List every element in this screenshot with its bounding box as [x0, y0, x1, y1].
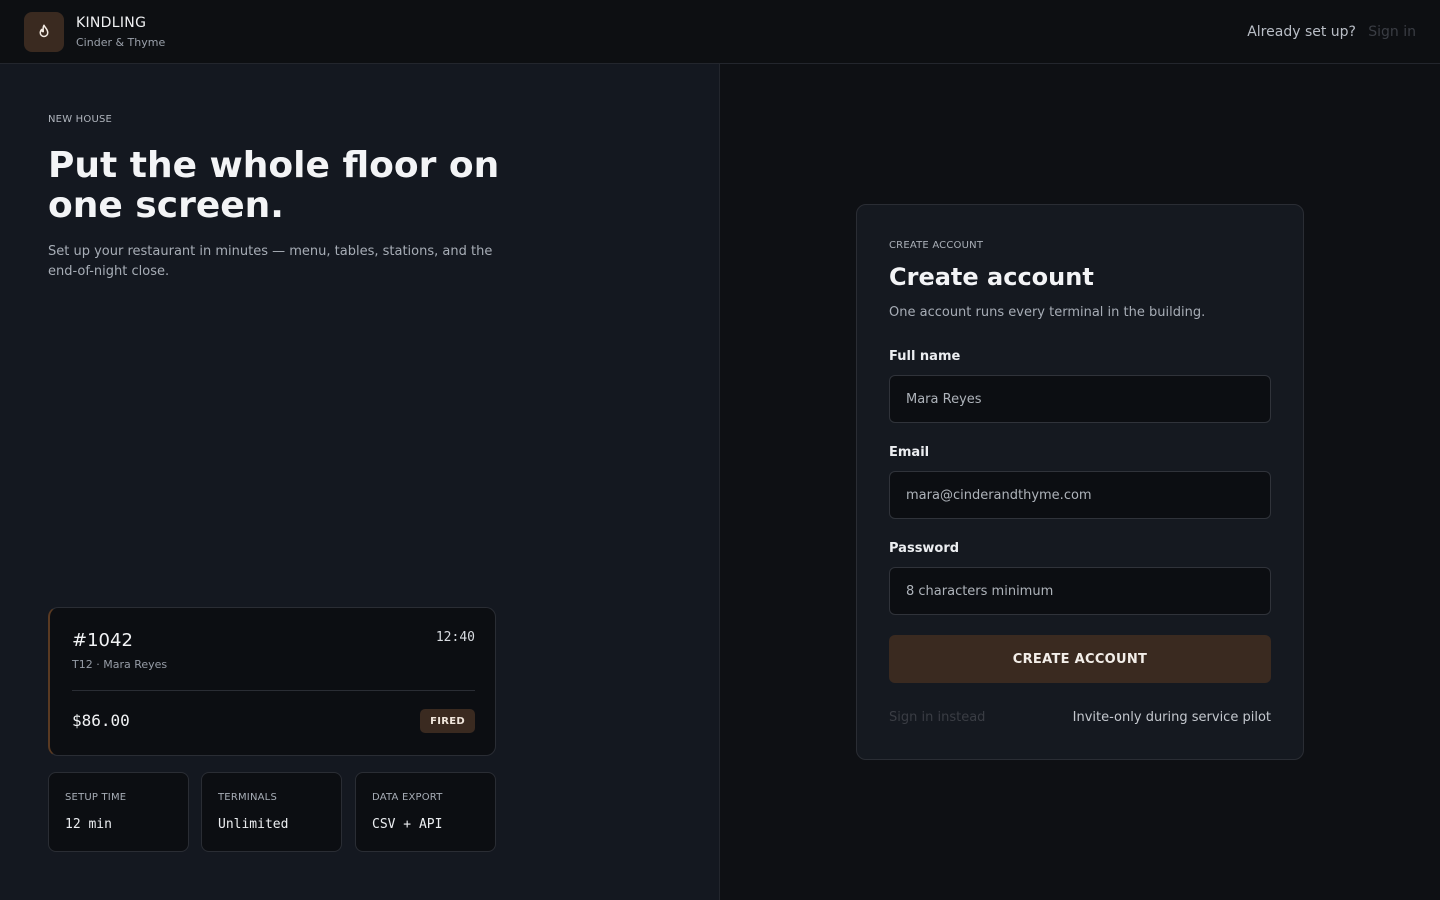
- stat-value: CSV + API: [372, 817, 443, 832]
- ticket-meta: T12 · Mara Reyes: [72, 658, 168, 671]
- stat-value: 12 min: [65, 817, 112, 832]
- brand-subtitle: Cinder & Thyme: [76, 36, 166, 49]
- logo[interactable]: [24, 12, 64, 52]
- order-ticket-card: #1042 12:40 T12 · Mara Reyes $86.00 FIRE…: [48, 607, 496, 756]
- sign-in-instead-link[interactable]: Sign in instead: [889, 710, 985, 725]
- ticket-amount: $86.00: [72, 711, 130, 730]
- hero-description: Set up your restaurant in minutes — menu…: [48, 244, 493, 279]
- password-input[interactable]: [889, 567, 1271, 615]
- form-description: One account runs every terminal in the b…: [889, 305, 1206, 320]
- create-account-button[interactable]: CREATE ACCOUNT: [889, 635, 1271, 683]
- email-input[interactable]: [889, 471, 1271, 519]
- create-account-card: CREATE ACCOUNT Create account One accoun…: [856, 204, 1304, 760]
- stat-card-terminals: TERMINALS Unlimited: [201, 772, 342, 852]
- full-name-input[interactable]: [889, 375, 1271, 423]
- form-title: Create account: [889, 263, 1094, 291]
- status-badge: FIRED: [420, 709, 475, 733]
- stat-label: TERMINALS: [218, 792, 277, 803]
- hero-eyebrow: NEW HOUSE: [48, 114, 113, 125]
- stat-label: SETUP TIME: [65, 792, 127, 803]
- stat-card-setup-time: SETUP TIME 12 min: [48, 772, 189, 852]
- brand-name: KINDLING: [76, 15, 147, 31]
- header-sign-in-link[interactable]: Sign in: [1368, 24, 1416, 40]
- ticket-time: 12:40: [435, 630, 475, 645]
- ticket-number: #1042: [72, 630, 133, 651]
- form-eyebrow: CREATE ACCOUNT: [889, 240, 984, 251]
- hero-panel: NEW HOUSE Put the whole floor on one scr…: [0, 64, 720, 900]
- ticket-divider: [72, 690, 475, 691]
- stat-card-data-export: DATA EXPORT CSV + API: [355, 772, 496, 852]
- password-label: Password: [889, 541, 960, 556]
- stat-value: Unlimited: [218, 817, 289, 832]
- form-panel: CREATE ACCOUNT Create account One accoun…: [720, 64, 1440, 900]
- full-name-label: Full name: [889, 349, 961, 364]
- flame-icon: [39, 24, 49, 38]
- already-set-up-text: Already set up?: [1247, 24, 1356, 40]
- stat-label: DATA EXPORT: [372, 792, 443, 803]
- pilot-footnote: Invite-only during service pilot: [1072, 710, 1271, 725]
- hero-title: Put the whole floor on one screen.: [48, 145, 500, 226]
- email-label: Email: [889, 445, 930, 460]
- top-bar: KINDLING Cinder & Thyme Already set up? …: [0, 0, 1440, 64]
